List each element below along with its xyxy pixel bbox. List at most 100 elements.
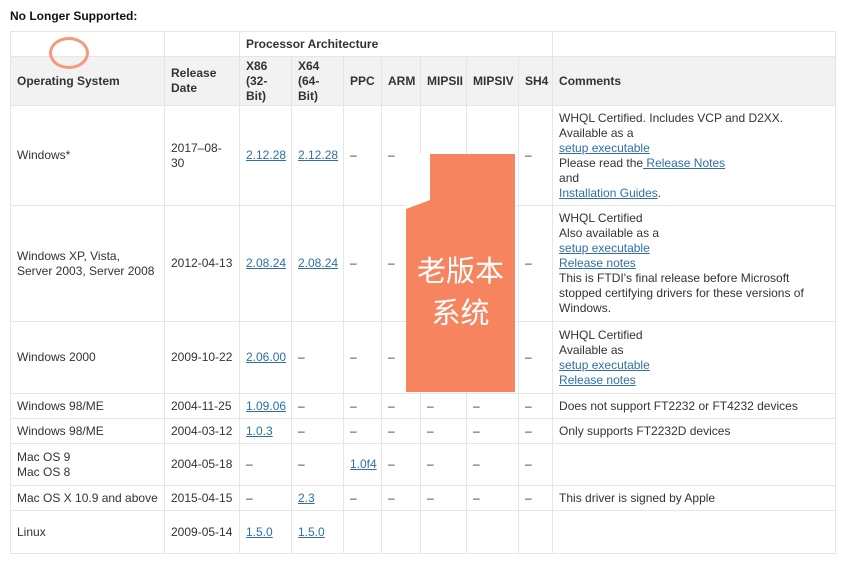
x64-download-link[interactable]: 2.08.24 [298,256,338,270]
ppc-cell [343,510,382,554]
x86-download-link[interactable]: 2.06.00 [246,350,286,364]
mipsii-cell: – [420,418,467,444]
x86-download-link[interactable]: 1.09.06 [246,399,286,413]
os-cell: Windows* [10,105,165,206]
section-heading: No Longer Supported: [10,9,138,23]
column-header-ppc: PPC [343,56,382,106]
comment-text: WHQL Certified [559,327,643,342]
comment-link[interactable]: setup executable [559,358,829,373]
comment-text: Only supports FT2232D devices [559,423,731,438]
mipsii-cell: – [420,485,467,511]
callout-text-line1: 老版本 [416,254,504,288]
mipsiv-cell: – [466,418,519,444]
column-header-x64: X64 (64-Bit) [291,56,344,106]
comment-text: WHQL Certified [559,211,643,225]
x64-download-link[interactable]: 2.3 [298,491,315,505]
comment-text: This is FTDI's final release before Micr… [559,271,804,315]
x86-cell: 2.12.28 [239,105,292,206]
os-cell: Windows 98/ME [10,418,165,444]
column-header-os: Operating System [10,56,165,106]
ppc-cell: – [343,205,382,322]
x64-cell: – [291,321,344,394]
table-row: Windows 98/ME 2004-03-12 1.0.3– – – – – – Only s… [10,418,837,444]
arm-cell: – [381,443,421,486]
column-header-mipsiv: MIPSIV [466,56,519,106]
x64-download-link[interactable]: 1.5.0 [298,525,325,539]
x64-download-link[interactable]: 2.12.28 [298,148,338,162]
x86-cell: 1.0.3 [239,418,292,444]
os-cell: Windows XP, Vista, Server 2003, Server 2… [10,205,165,322]
x86-cell: 2.08.24 [239,205,292,322]
comment-text: and [559,170,580,185]
release-date-cell: 2004-11-25 [164,393,240,419]
comment-link[interactable]: Release Notes [643,156,725,170]
x64-cell: – [291,443,344,486]
ppc-cell: 1.0f4 [343,443,382,486]
comment-link[interactable]: Release notes [559,256,829,271]
table-row: Windows 98/ME 2004-11-25 1.09.06– – – – – – Does… [10,393,837,419]
release-date-cell: 2009-05-14 [164,510,240,554]
mipsii-cell: – [420,393,467,419]
column-header-sh4: SH4 [517,56,554,106]
column-header-mipsii: MIPSII [420,56,467,106]
comment-text: Available as a [559,125,634,140]
comment-link[interactable]: setup executable [559,141,829,156]
sh4-cell: – [517,205,554,322]
x86-download-link[interactable]: 1.0.3 [246,424,273,438]
os-cell: Linux [10,510,165,554]
os-cell: Mac OS X 10.9 and above [10,485,165,511]
comment-link[interactable]: setup executable [559,241,829,256]
x86-download-link[interactable]: 1.5.0 [246,525,273,539]
column-header-comments: Comments [552,56,837,106]
ppc-download-link[interactable]: 1.0f4 [350,457,377,471]
table-row: Mac OS X 10.9 and above 2015-04-15–2.3– – –… [10,485,837,511]
comments-cell [552,510,837,554]
comments-cell: WHQL Certified Also available as a setup e… [552,205,837,322]
release-date-cell: 2004-03-12 [164,418,240,444]
x64-cell: – [291,393,344,419]
sh4-cell: – [517,105,554,206]
header-row-top: Processor Architecture [10,31,837,57]
x64-cell: 2.3 [291,485,344,511]
comments-cell: This driver is signed by Apple [552,485,837,511]
mipsiv-cell: – [466,485,519,511]
x64-cell: 1.5.0 [291,510,344,554]
sh4-cell: – [517,485,554,511]
comments-cell: Only supports FT2232D devices [552,418,837,444]
x86-download-link[interactable]: 2.08.24 [246,256,286,270]
comments-cell: Does not support FT2232 or FT4232 device… [552,393,837,419]
os-cell: Windows 98/ME [10,393,165,419]
column-header-arm: ARM [381,56,421,106]
os-cell: Mac OS 9 Mac OS 8 [10,443,165,486]
x64-cell: 2.08.24 [291,205,344,322]
table-row: Linux 2009-05-14 1.5.0 1.5.0 [10,510,837,554]
ppc-cell: – [343,321,382,394]
x86-cell: – [239,485,292,511]
header-spacer [552,31,837,57]
comment-text: Also available as a [559,226,660,240]
sh4-cell [517,510,554,554]
x86-cell: 2.06.00 [239,321,292,394]
table-row: Mac OS 9 Mac OS 8 2004-05-18– –1.0f4– – – – [10,443,837,486]
release-date-cell: 2017–08-30 [164,105,240,206]
comment-link[interactable]: Installation Guides [559,186,658,200]
release-date-cell: 2015-04-15 [164,485,240,511]
sh4-cell: – [517,443,554,486]
x86-download-link[interactable]: 2.12.28 [246,148,286,162]
arm-cell: – [381,393,421,419]
arm-cell: – [381,418,421,444]
mipsii-cell: – [420,443,467,486]
mipsiv-cell [466,510,519,554]
comments-cell: WHQL Certified Available as setup executab… [552,321,837,394]
sh4-cell: – [517,393,554,419]
processor-architecture-header: Processor Architecture [238,31,554,57]
comments-cell [552,443,837,486]
release-date-cell: 2012-04-13 [164,205,240,322]
folded-corner-icon [406,154,434,209]
comment-text: WHQL Certified. Includes VCP and D2XX. [559,110,784,125]
comments-cell: WHQL Certified. Includes VCP and D2XX. Av… [552,105,837,206]
comment-link[interactable]: Release notes [559,373,829,388]
x86-cell: – [239,443,292,486]
comment-text: Does not support FT2232 or FT4232 device… [559,398,798,413]
header-spacer [164,31,240,57]
